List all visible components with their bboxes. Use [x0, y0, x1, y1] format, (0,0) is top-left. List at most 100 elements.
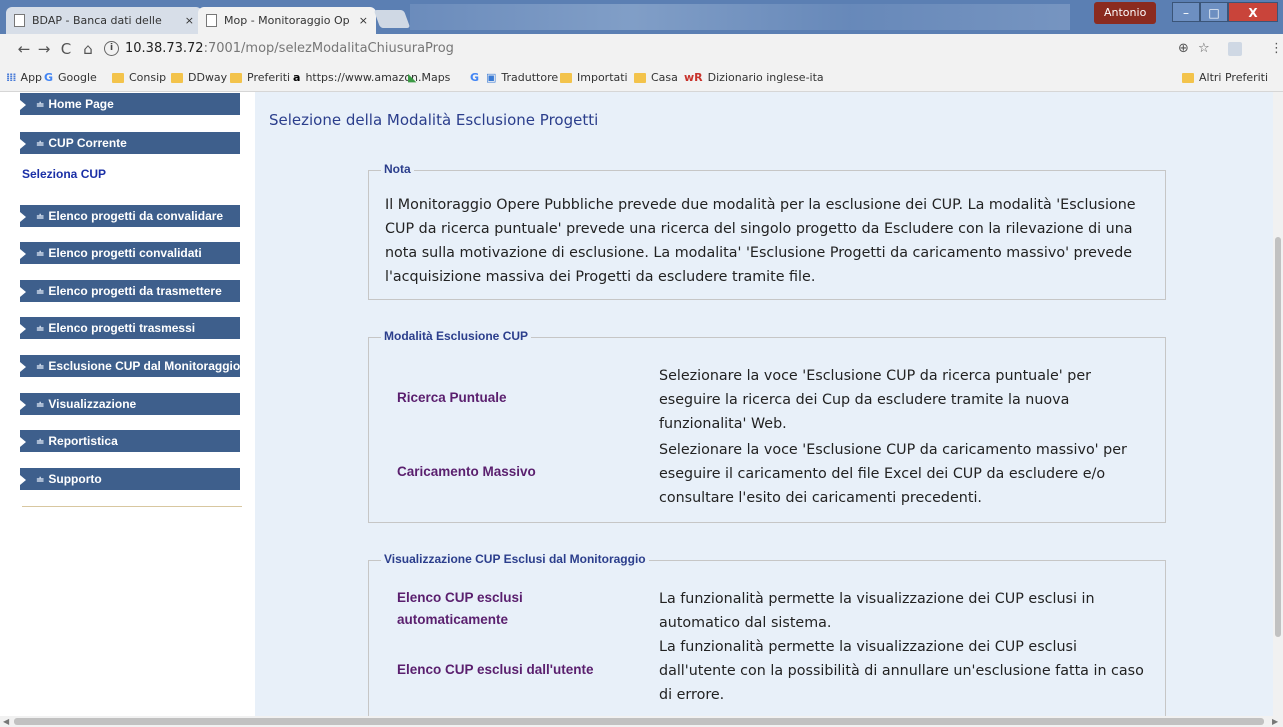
arrow-right-icon — [20, 248, 26, 259]
page-icon — [14, 14, 25, 27]
visualizzazione-legend: Visualizzazione CUP Esclusi dal Monitora… — [381, 552, 649, 566]
bookmark-casa[interactable]: Casa — [634, 71, 678, 84]
sidebar-item-reportistica[interactable]: ≐ Reportistica — [20, 430, 240, 452]
sidebar-item-label: Reportistica — [48, 434, 118, 448]
bookmark-label: Dizionario inglese-ita — [707, 71, 824, 84]
maximize-button[interactable]: □ — [1200, 2, 1228, 22]
tab-bdap[interactable]: BDAP - Banca dati delle × — [6, 7, 202, 34]
home-icon[interactable]: ⌂ — [78, 39, 98, 59]
cup-esclusi-automaticamente-desc: La funzionalità permette la visualizzazi… — [659, 591, 1095, 631]
wordreference-icon: wR — [684, 71, 703, 84]
folder-icon — [112, 72, 124, 83]
sidebar-item-label: Esclusione CUP dal Monitoraggio — [48, 359, 240, 373]
bookmark-label: https://www.amazon.i — [305, 71, 425, 84]
bookmark-star-icon[interactable]: ☆ — [1198, 41, 1210, 56]
page-title: Selezione della Modalità Esclusione Prog… — [269, 111, 599, 129]
scrollbar-thumb[interactable] — [14, 718, 1264, 725]
arrow-right-icon — [20, 361, 26, 372]
translate-icon: ▣ — [486, 71, 497, 84]
cup-esclusi-automaticamente-link[interactable]: Elenco CUP esclusi automaticamente — [397, 587, 597, 631]
tab-mop[interactable]: Mop - Monitoraggio Op × — [198, 7, 376, 34]
bookmark-ddway[interactable]: DDway — [171, 71, 227, 84]
bookmark-app[interactable]: ⁞⁞⁞ App — [6, 71, 42, 84]
bookmark-dizionario[interactable]: wR Dizionario inglese-ita — [684, 71, 824, 84]
close-tab-icon[interactable]: × — [359, 14, 368, 27]
profile-button[interactable]: Antonio — [1094, 2, 1157, 24]
bookmark-label: Maps — [421, 71, 451, 84]
bookmark-traduttore[interactable]: ▣ Traduttore — [486, 71, 558, 84]
bookmark-google[interactable]: G Google — [44, 71, 97, 84]
sidebar-item-visualizzazione[interactable]: ≐ Visualizzazione — [20, 393, 240, 415]
bookmark-consip[interactable]: Consip — [112, 71, 166, 84]
sidebar-item-home-page[interactable]: ≐ Home Page — [20, 93, 240, 115]
page: ≐ Home Page ≐ CUP Corrente Seleziona CUP ≐… — [0, 92, 1283, 716]
menu-bullet-icon: ≐ — [36, 475, 45, 486]
nota-fieldset: Nota Il Monitoraggio Opere Pubbliche pre… — [368, 162, 1166, 300]
sidebar-item-supporto[interactable]: ≐ Supporto — [20, 468, 240, 490]
vertical-scrollbar[interactable] — [1273, 92, 1283, 716]
bookmark-label: Traduttore — [501, 71, 559, 84]
tab-strip: BDAP - Banca dati delle × Mop - Monitora… — [0, 0, 1283, 34]
sidebar-item-cup-corrente[interactable]: ≐ CUP Corrente — [20, 132, 240, 154]
bookmark-altri-preferiti[interactable]: Altri Preferiti — [1182, 71, 1268, 84]
folder-icon — [634, 72, 646, 83]
caricamento-massivo-desc: Selezionare la voce 'Esclusione CUP da c… — [659, 442, 1127, 506]
forward-icon[interactable]: → — [34, 39, 54, 59]
bookmark-maps[interactable]: ◣ Maps — [408, 71, 450, 84]
minimize-button[interactable]: – — [1172, 2, 1200, 22]
menu-bullet-icon: ≐ — [36, 324, 45, 335]
close-tab-icon[interactable]: × — [185, 14, 194, 27]
close-window-button[interactable]: X — [1228, 2, 1278, 22]
ricerca-puntuale-link[interactable]: Ricerca Puntuale — [397, 387, 507, 409]
sidebar-item-progetti-da-trasmettere[interactable]: ≐ Elenco progetti da trasmettere — [20, 280, 240, 302]
extension-icon[interactable] — [1228, 42, 1242, 56]
bookmark-label: Google — [58, 71, 97, 84]
address-bar[interactable]: i 10.38.73.72:7001/mop/selezModalitaChius… — [104, 38, 1154, 60]
scroll-left-icon[interactable]: ◀ — [3, 716, 9, 727]
apps-icon: ⁞⁞⁞ — [6, 71, 17, 84]
amazon-icon: a — [293, 71, 301, 84]
horizontal-scrollbar[interactable]: ◀ ▶ — [0, 716, 1283, 727]
bookmark-label: Altri Preferiti — [1199, 71, 1269, 84]
url-path: :7001/mop/selezModalitaChiusuraProg — [203, 41, 454, 56]
new-tab-button[interactable] — [373, 10, 411, 28]
bookmark-label: Preferiti — [247, 71, 291, 84]
arrow-right-icon — [20, 436, 26, 447]
visualizzazione-fieldset: Visualizzazione CUP Esclusi dal Monitora… — [368, 552, 1166, 716]
arrow-right-icon — [20, 138, 26, 149]
menu-icon[interactable]: ⋮ — [1270, 41, 1283, 56]
bookmark-importati[interactable]: Importati — [560, 71, 628, 84]
ricerca-puntuale-desc: Selezionare la voce 'Esclusione CUP da r… — [659, 368, 1091, 432]
sidebar-item-esclusione-cup[interactable]: ≐ Esclusione CUP dal Monitoraggio — [20, 355, 240, 377]
menu-bullet-icon: ≐ — [36, 139, 45, 150]
sidebar-item-label: Elenco progetti trasmessi — [48, 321, 196, 335]
bookmark-amazon[interactable]: a https://www.amazon.i — [293, 71, 425, 84]
google-icon: G — [44, 71, 54, 84]
bookmark-preferiti[interactable]: Preferiti — [230, 71, 290, 84]
sidebar-item-progetti-trasmessi[interactable]: ≐ Elenco progetti trasmessi — [20, 317, 240, 339]
folder-icon — [230, 72, 242, 83]
reload-icon[interactable]: C — [56, 39, 76, 59]
sidebar-item-label: Elenco progetti da convalidare — [48, 209, 224, 223]
sidebar-item-label: Home Page — [48, 97, 114, 111]
sidebar-item-progetti-convalidati[interactable]: ≐ Elenco progetti convalidati — [20, 242, 240, 264]
scrollbar-thumb[interactable] — [1275, 237, 1281, 637]
folder-icon — [560, 72, 572, 83]
seleziona-cup-link[interactable]: Seleziona CUP — [22, 167, 106, 181]
scroll-right-icon[interactable]: ▶ — [1272, 716, 1278, 727]
cup-esclusi-utente-link[interactable]: Elenco CUP esclusi dall'utente — [397, 659, 594, 681]
back-icon[interactable]: ← — [14, 39, 34, 59]
site-info-icon[interactable]: i — [104, 41, 119, 56]
arrow-right-icon — [20, 399, 26, 410]
sidebar-item-progetti-da-convalidare[interactable]: ≐ Elenco progetti da convalidare — [20, 205, 240, 227]
caricamento-massivo-link[interactable]: Caricamento Massivo — [397, 461, 536, 483]
zoom-icon[interactable]: ⊕ — [1178, 41, 1189, 56]
bookmark-google-2[interactable]: G — [470, 71, 484, 84]
arrow-right-icon — [20, 474, 26, 485]
sidebar-item-label: Supporto — [48, 472, 102, 486]
cup-esclusi-utente-desc: La funzionalità permette la visualizzazi… — [659, 639, 1144, 703]
modalita-legend: Modalità Esclusione CUP — [381, 329, 532, 343]
maps-icon: ◣ — [408, 71, 417, 84]
menu-bullet-icon: ≐ — [36, 249, 45, 260]
arrow-right-icon — [20, 99, 26, 110]
